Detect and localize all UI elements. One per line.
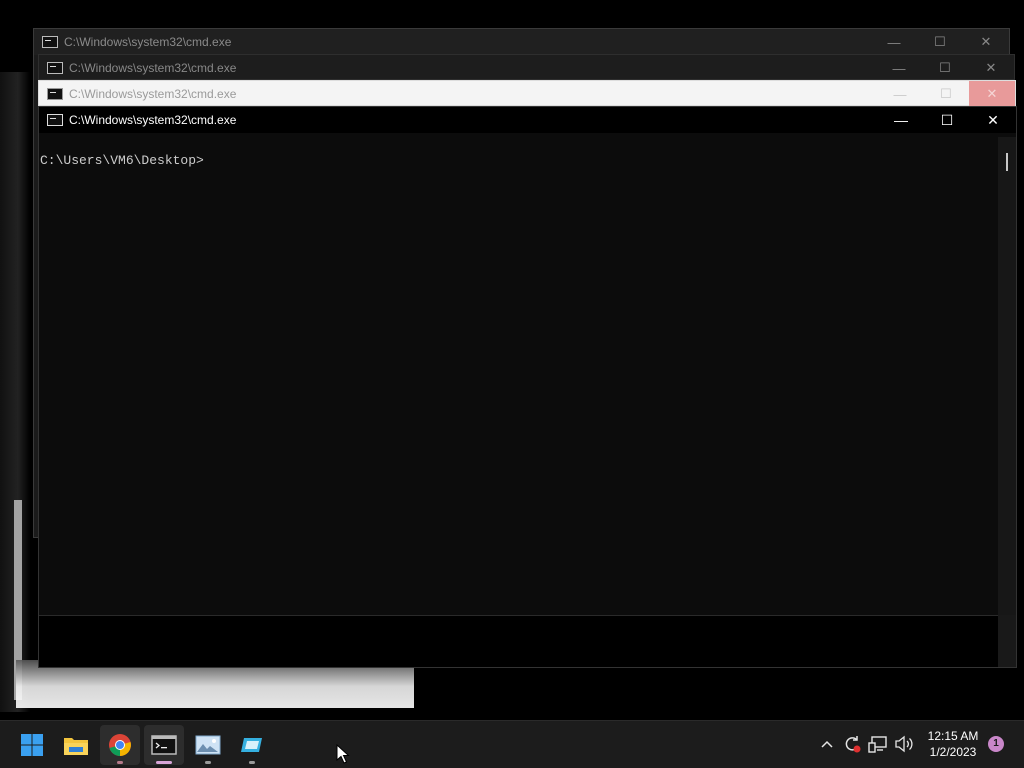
lower-scrollbar [998,615,1016,667]
clock-date: 1/2/2023 [929,745,977,759]
desktop: C:\Windows\system32\cmd.exe — ☐ ✕ C:\Win… [0,0,1024,720]
active-indicator [156,761,172,764]
cmd-icon [47,114,63,126]
taskbar-chrome[interactable] [100,725,140,765]
network-icon [868,736,887,753]
image-viewer-icon [195,735,221,755]
show-hidden-icons-button[interactable] [816,724,838,764]
maximize-button[interactable]: ☐ [922,55,968,81]
title-bar[interactable]: C:\Windows\system32\cmd.exe — ☐ ✕ [39,107,1016,133]
taskbar-terminal[interactable] [144,725,184,765]
sync-icon [845,736,861,753]
taskbar-clock[interactable]: 12:15 AM 1/2/2023 [922,728,984,760]
notification-badge[interactable]: 1 [988,736,1004,752]
start-button[interactable] [12,725,52,765]
volume-tray-button[interactable] [892,724,916,764]
window-title: C:\Windows\system32\cmd.exe [64,35,232,49]
minimize-button[interactable]: — [878,107,924,133]
clock-time: 12:15 AM [927,729,979,743]
cmd-icon [47,88,63,100]
network-tray-button[interactable] [866,724,890,764]
taskbar-file-explorer[interactable] [56,725,96,765]
close-button[interactable]: ✕ [968,55,1014,81]
cmd-window-active[interactable]: C:\Windows\system32\cmd.exe — ☐ ✕ C:\Use… [38,106,1017,668]
cmd-icon [47,62,63,74]
window-title: C:\Windows\system32\cmd.exe [69,113,237,127]
chevron-up-icon [821,740,833,748]
maximize-button[interactable]: ☐ [924,107,970,133]
cmd-window-2[interactable]: C:\Windows\system32\cmd.exe — ☐ ✕ [38,54,1015,80]
console-output[interactable]: C:\Users\VM6\Desktop> [39,137,999,615]
volume-icon [895,735,913,753]
mouse-cursor-icon [336,744,350,764]
window-title: C:\Windows\system32\cmd.exe [69,87,237,101]
console-lower-area [39,615,1000,667]
title-bar[interactable]: C:\Windows\system32\cmd.exe — ☐ ✕ [34,29,1009,55]
sync-tray-button[interactable] [840,724,864,764]
file-explorer-icon [64,738,88,755]
close-button[interactable]: ✕ [963,29,1009,55]
terminal-icon [151,735,177,755]
minimize-button[interactable]: — [877,81,923,107]
title-bar[interactable]: C:\Windows\system32\cmd.exe — ☐ ✕ [39,55,1014,81]
minimize-button[interactable]: — [871,29,917,55]
cmd-icon [42,36,58,48]
close-button[interactable]: ✕ [970,107,1016,133]
maximize-button[interactable]: ☐ [923,81,969,107]
taskbar-app[interactable] [232,725,272,765]
running-indicator [249,761,255,764]
taskbar-image-viewer[interactable] [188,725,228,765]
running-indicator [117,761,123,764]
running-indicator [205,761,211,764]
chrome-icon [109,734,131,756]
cmd-window-3[interactable]: C:\Windows\system32\cmd.exe — ☐ ✕ [38,80,1016,107]
close-button[interactable]: ✕ [969,81,1015,107]
windows-start-icon [21,734,43,756]
window-title: C:\Windows\system32\cmd.exe [69,61,237,75]
maximize-button[interactable]: ☐ [917,29,963,55]
app-icon [241,738,262,752]
title-bar[interactable]: C:\Windows\system32\cmd.exe — ☐ ✕ [39,81,1015,107]
minimize-button[interactable]: — [876,55,922,81]
command-prompt: C:\Users\VM6\Desktop> [40,153,204,168]
vertical-scrollbar[interactable] [998,137,1016,615]
scroll-thumb[interactable] [1006,153,1008,171]
